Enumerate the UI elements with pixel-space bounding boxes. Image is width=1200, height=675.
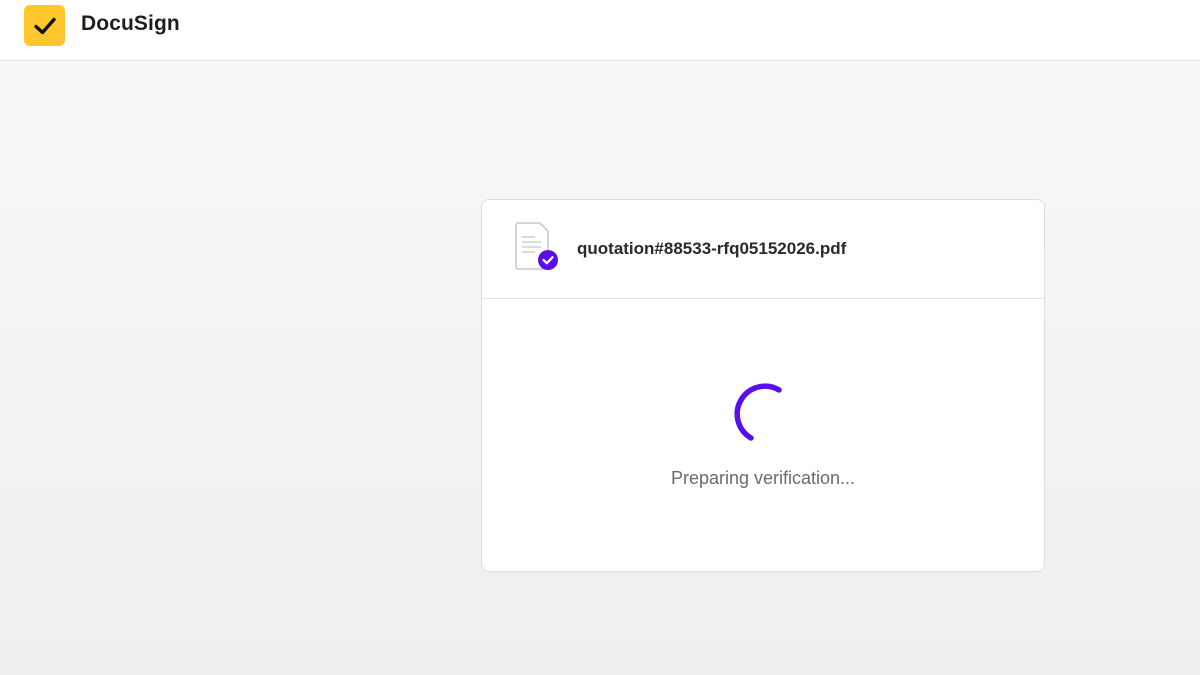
loading-spinner-icon <box>734 383 782 441</box>
verification-card: quotation#88533-rfq05152026.pdf Preparin… <box>481 199 1045 572</box>
document-header: quotation#88533-rfq05152026.pdf <box>482 200 1044 299</box>
document-verified-icon <box>515 222 558 270</box>
checkmark-icon <box>33 17 56 34</box>
top-header: DocuSign <box>0 0 1200 61</box>
loading-status-text: Preparing verification... <box>670 468 856 488</box>
docusign-logo[interactable] <box>24 5 65 46</box>
brand-name: DocuSign <box>81 12 180 35</box>
document-filename: quotation#88533-rfq05152026.pdf <box>577 239 847 258</box>
